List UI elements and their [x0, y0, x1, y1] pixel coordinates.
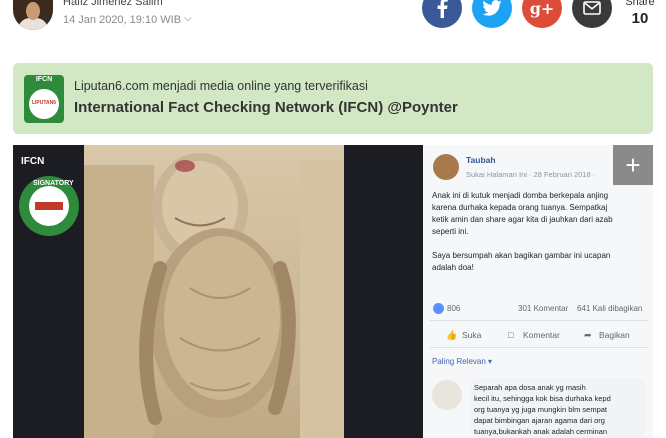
page-avatar — [433, 154, 459, 180]
facebook-share-button[interactable] — [422, 0, 462, 28]
post-text-line: seperti ini. — [432, 227, 469, 236]
share-count: 10 — [631, 10, 649, 27]
thumbs-up-icon: 👍 — [446, 330, 458, 340]
share-count-fb: 641 Kali dibagikan — [577, 304, 643, 313]
ifcn-signatory-icon: IFCN SIGNATORY — [19, 156, 79, 236]
like-action: Suka — [462, 330, 482, 340]
banner-title[interactable]: International Fact Checking Network (IFC… — [74, 99, 458, 116]
share-label: Share — [625, 0, 655, 8]
post-text-line: Saya bersumpah akan bagikan gambar ini u… — [432, 251, 611, 260]
creature-image — [139, 153, 296, 425]
post-text-line: karena durhaka kepada orang tuanya. Semp… — [432, 203, 608, 212]
comment-text-line: org tuanya yg juga mungkin blm sempat — [474, 405, 607, 414]
facebook-icon — [437, 0, 448, 18]
comment-icon: □ — [508, 330, 514, 340]
twitter-icon — [482, 0, 502, 16]
post-date: 14 Jan 2020, 19:10 WIB — [63, 14, 182, 26]
share-arrow-icon: ➦ — [584, 330, 592, 340]
comment-count: 301 Komentar — [518, 304, 569, 313]
ifcn-badge-label: IFCN — [35, 76, 53, 83]
post-subline: Sukai Halaman Ini · 28 Februari 2018 · — [466, 170, 596, 179]
comment-text-line: kecil itu, sehingga kok bisa durhaka kep… — [474, 394, 611, 403]
page-name: Taubah — [466, 155, 496, 165]
google-plus-icon: g+ — [529, 0, 555, 18]
like-reaction-icon — [433, 303, 444, 314]
post-text-line: Anak ini di kutuk menjadi domba berkepal… — [432, 191, 609, 200]
comment-text-line: tuanya,bukankah anak adalah cerminan — [474, 427, 608, 436]
divider — [430, 347, 648, 348]
twitter-share-button[interactable] — [472, 0, 512, 28]
divider — [430, 320, 648, 321]
google-plus-share-button[interactable]: g+ — [522, 0, 562, 28]
signatory-text: SIGNATORY — [33, 180, 74, 187]
post-text-line: adalah doa! — [432, 263, 474, 272]
banner-text: Liputan6.com menjadi media online yang t… — [74, 79, 368, 93]
email-icon — [583, 1, 601, 15]
chevron-down-icon[interactable]: ⌵ — [184, 13, 192, 24]
comment-text-line: dapat bimbingan ajaran agama dari org — [474, 416, 605, 425]
ifcn-badge-inner-label: LIPUTAN6 — [31, 100, 57, 106]
author-name[interactable]: Hafiz Jimenez Salim — [63, 0, 163, 8]
expand-plus-icon[interactable]: + — [613, 145, 653, 185]
email-share-button[interactable] — [572, 0, 612, 28]
reaction-count: 806 — [447, 304, 461, 313]
commenter-avatar — [432, 380, 462, 410]
post-text-line: ketik amin dan share agar kita di jauhka… — [432, 215, 613, 224]
share-action: Bagikan — [599, 330, 630, 340]
sort-comments-label: Paling Relevan ▾ — [432, 357, 493, 366]
comment-action: Komentar — [523, 330, 560, 340]
comment-text-line: Separah apa dosa anak yg masih — [474, 383, 586, 392]
author-avatar[interactable] — [13, 0, 53, 30]
ifcn-logo-text: IFCN — [21, 156, 44, 167]
